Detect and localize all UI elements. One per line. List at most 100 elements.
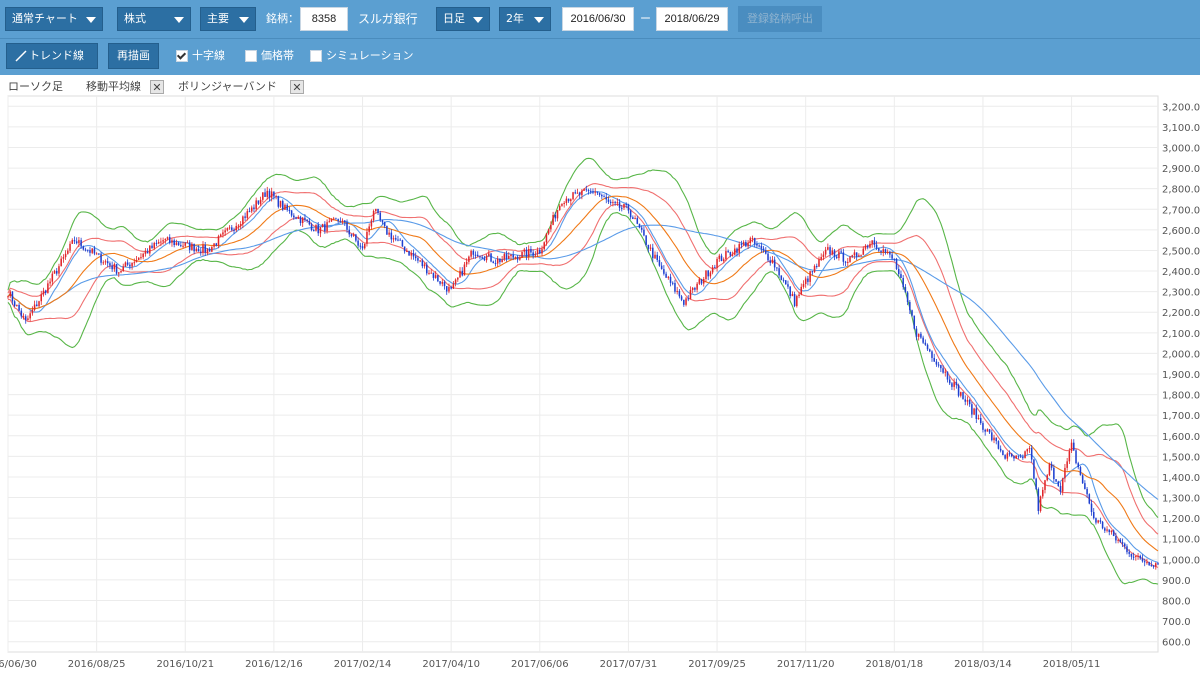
candle-body — [815, 265, 818, 267]
candle-body — [233, 229, 235, 231]
candle-body — [277, 196, 280, 207]
candle-body — [157, 241, 160, 244]
candle-body — [370, 220, 373, 227]
candle-body — [379, 212, 382, 221]
candle-body — [344, 220, 346, 223]
candle-body — [507, 256, 510, 259]
candle-body — [151, 245, 153, 249]
candle-body — [182, 245, 184, 247]
candle-body — [842, 252, 845, 262]
candle-body — [242, 216, 244, 225]
candle-body — [798, 294, 800, 297]
candle-body — [403, 246, 406, 252]
y-tick-label: 2,600.0 — [1162, 226, 1200, 237]
remove-moving-average-icon[interactable]: ✕ — [150, 80, 164, 94]
candle-body — [313, 230, 315, 232]
candle-body — [625, 203, 627, 205]
candle-body — [118, 272, 120, 274]
candle-body — [1061, 478, 1064, 492]
candle-body — [598, 192, 601, 195]
candle-body — [7, 296, 9, 298]
candle-body — [851, 255, 853, 257]
candle-body — [776, 267, 778, 269]
candle-body — [603, 196, 605, 198]
candle-body — [222, 232, 224, 235]
candle-body — [1128, 552, 1130, 554]
candle-body — [782, 279, 785, 281]
candle-body — [366, 231, 368, 244]
candle-body — [304, 217, 306, 220]
candle-body — [317, 224, 319, 234]
candle-body — [295, 217, 297, 219]
candle-body — [1042, 489, 1044, 497]
candle-body — [120, 270, 122, 273]
candle-body — [399, 239, 401, 241]
price-chart[interactable]: 3,200.0 3,100.0 3,000.0 2,900.0 2,800.0 2,700… — [0, 0, 1200, 674]
candle-body — [86, 249, 89, 251]
candle-body — [609, 201, 612, 204]
candle-body — [397, 239, 399, 241]
candle-body — [106, 261, 109, 264]
candle-body — [1079, 467, 1082, 476]
candle-body — [791, 294, 794, 297]
candle-body — [441, 281, 444, 284]
candle-body — [394, 238, 397, 240]
candle-body — [488, 253, 490, 256]
candle-body — [448, 287, 450, 292]
candle-body — [133, 262, 136, 264]
candle-body — [822, 254, 825, 258]
y-tick-label: 1,400.0 — [1162, 473, 1200, 484]
candle-body — [91, 248, 93, 253]
candle-body — [773, 259, 776, 268]
candle-body — [352, 234, 355, 236]
x-tick-label: 2017/07/31 — [600, 659, 658, 670]
y-tick-label: 3,200.0 — [1162, 102, 1200, 113]
candle-body — [470, 250, 472, 257]
candle-body — [844, 261, 847, 263]
candle-body — [195, 248, 198, 252]
candle-body — [975, 408, 978, 419]
x-tick-label: 2016/06/30 — [0, 659, 37, 670]
candle-body — [933, 357, 935, 362]
x-tick-label: 2017/09/25 — [688, 659, 746, 670]
candle-body — [264, 192, 266, 197]
candle-body — [1090, 503, 1093, 513]
candle-body — [1046, 475, 1048, 481]
candle-body — [1115, 536, 1117, 541]
x-tick-label: 2018/03/14 — [954, 659, 1012, 670]
candle-body — [450, 287, 452, 289]
candle-body — [355, 234, 357, 241]
y-tick-label: 900.0 — [1162, 576, 1191, 587]
candle-body — [594, 191, 596, 193]
candle-body — [111, 265, 113, 270]
remove-bollinger-icon[interactable]: ✕ — [290, 80, 304, 94]
candle-body — [419, 260, 421, 262]
candle-body — [711, 267, 714, 273]
candle-body — [237, 225, 240, 227]
candle-body — [166, 237, 169, 239]
candle-body — [505, 254, 508, 259]
candle-body — [685, 298, 687, 305]
candle-body — [412, 253, 415, 257]
candle-body — [787, 284, 789, 287]
candle-body — [567, 198, 570, 202]
legend-bollinger: ボリンジャーバンド — [178, 80, 277, 93]
candle-body — [702, 278, 705, 284]
candle-body — [160, 241, 162, 243]
y-tick-label: 1,600.0 — [1162, 432, 1200, 443]
candle-body — [53, 270, 56, 274]
candle-body — [479, 256, 481, 258]
candle-body — [689, 289, 692, 299]
candle-body — [1064, 467, 1066, 479]
candle-body — [1095, 518, 1097, 523]
candle-body — [1017, 455, 1020, 457]
candle-body — [381, 220, 384, 223]
candle-body — [873, 240, 876, 245]
candle-body — [357, 240, 359, 246]
candle-body — [131, 262, 133, 267]
candle-body — [1143, 561, 1146, 563]
candle-body — [882, 249, 885, 253]
candle-body — [581, 190, 583, 196]
candle-body — [1146, 562, 1148, 564]
candle-body — [226, 228, 229, 231]
